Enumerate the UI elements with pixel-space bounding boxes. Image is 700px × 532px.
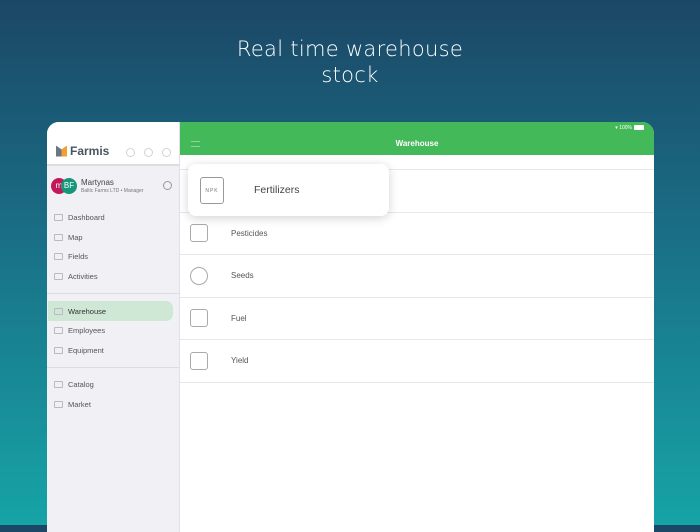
list-item-yield[interactable]: Yield	[180, 340, 654, 383]
open-profile-icon[interactable]	[163, 181, 172, 190]
nav-label: Catalog	[68, 380, 94, 390]
top-bar: ▾ 100% Warehouse	[180, 122, 654, 155]
fuel-icon	[190, 309, 208, 328]
npk-bag-icon: NPK	[200, 176, 224, 204]
list-item-pesticides[interactable]: Pesticides	[180, 213, 654, 255]
sidebar-item-equipment[interactable]: Equipment	[48, 341, 173, 361]
nav-label: Fields	[68, 252, 89, 262]
battery-icon	[634, 125, 644, 131]
sidebar-item-employees[interactable]: Employees	[48, 321, 173, 341]
sidebar-item-market[interactable]: Market	[48, 395, 173, 415]
sidebar-item-map[interactable]: Map	[48, 228, 173, 248]
market-icon	[54, 401, 63, 409]
headline: Real time warehouse stock	[0, 36, 700, 88]
list-label: Seeds	[231, 271, 254, 281]
logo: Farmis	[56, 144, 109, 158]
user-profile[interactable]: m BF Martynas Baltic Farms LTD • Manager	[51, 176, 176, 196]
wifi-icon: ▾	[615, 125, 618, 131]
nav-label: Map	[68, 232, 83, 242]
nav-label: Employees	[68, 326, 106, 336]
fertilizers-card[interactable]: NPK Fertilizers	[188, 164, 389, 216]
fields-icon	[54, 253, 63, 261]
map-icon	[54, 233, 63, 241]
sync-icon[interactable]	[162, 148, 171, 157]
pesticide-icon	[190, 224, 208, 243]
gear-icon[interactable]	[144, 148, 153, 157]
sidebar-item-warehouse[interactable]: Warehouse	[48, 301, 173, 321]
divider	[47, 293, 180, 295]
logo-text: Farmis	[70, 144, 110, 158]
yield-icon	[190, 351, 208, 370]
employees-icon	[54, 327, 63, 335]
nav-label: Dashboard	[68, 213, 105, 223]
tablet-screen: Farmis m BF Martynas Baltic Farms LTD • …	[47, 122, 654, 532]
headline-line2: stock	[321, 63, 379, 87]
sidebar-header: Farmis	[47, 122, 179, 166]
divider	[47, 367, 180, 369]
home-icon	[54, 214, 63, 222]
bell-icon[interactable]	[126, 148, 135, 157]
battery-level: 100%	[619, 125, 632, 131]
page-title: Warehouse	[395, 139, 439, 148]
equipment-icon	[54, 346, 63, 354]
sidebar: Farmis m BF Martynas Baltic Farms LTD • …	[47, 122, 180, 532]
farmis-logo-icon	[56, 145, 67, 157]
nav-label: Market	[68, 400, 91, 410]
headline-line1: Real time warehouse	[236, 37, 464, 61]
sidebar-item-catalog[interactable]: Catalog	[48, 375, 173, 395]
nav: Dashboard Map Fields Activities Warehous…	[47, 208, 180, 414]
nav-label: Activities	[68, 272, 98, 282]
user-name: Martynas	[81, 178, 114, 187]
nav-label: Equipment	[68, 345, 104, 355]
list-label: Yield	[231, 356, 249, 366]
card-label: Fertilizers	[254, 184, 300, 196]
activities-icon	[54, 273, 63, 281]
status-bar: ▾ 100%	[615, 125, 644, 131]
list-item-seeds[interactable]: Seeds	[180, 255, 654, 298]
list-item-fuel[interactable]: Fuel	[180, 298, 654, 340]
user-role: Baltic Farms LTD • Manager	[81, 188, 144, 194]
list-label: Pesticides	[231, 228, 268, 238]
warehouse-icon	[54, 307, 63, 315]
sidebar-item-dashboard[interactable]: Dashboard	[48, 208, 173, 228]
sidebar-item-fields[interactable]: Fields	[48, 247, 173, 267]
list-label: Fuel	[231, 313, 247, 323]
farm-avatar: BF	[61, 178, 77, 194]
seed-icon	[190, 266, 208, 285]
nav-label: Warehouse	[68, 306, 107, 316]
sidebar-item-activities[interactable]: Activities	[48, 267, 173, 287]
catalog-icon	[54, 381, 63, 389]
